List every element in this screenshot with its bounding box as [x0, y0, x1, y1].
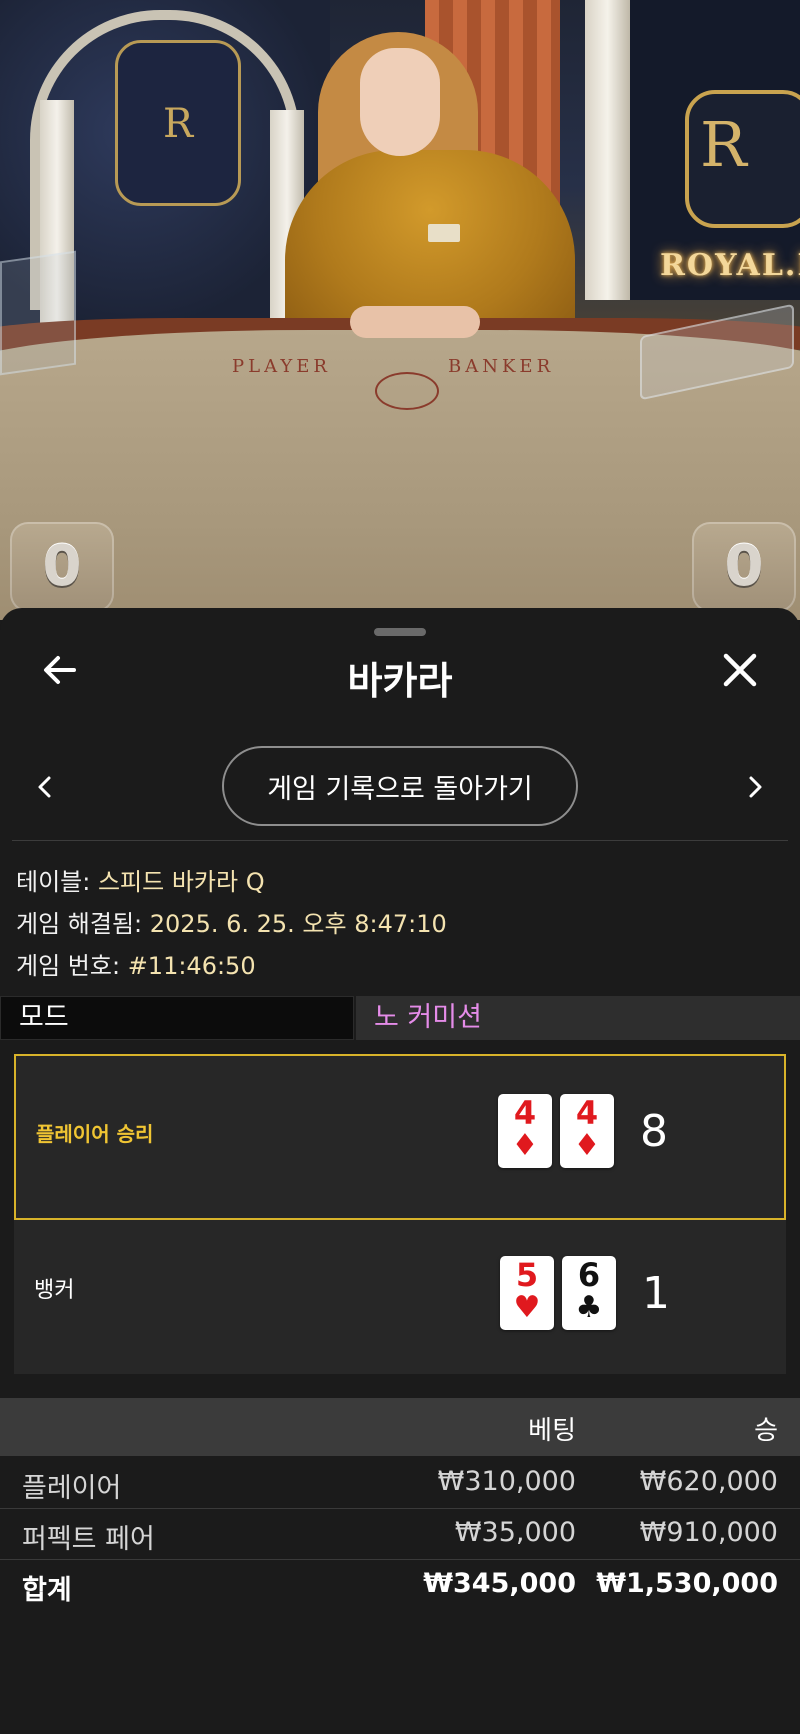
bet-amount: ₩310,000: [437, 1466, 576, 1497]
total-bet-amount: ₩345,000: [423, 1568, 576, 1599]
table-label: 테이블:: [16, 868, 91, 896]
player-score: 0: [42, 534, 82, 599]
felt-crest: [375, 372, 439, 410]
player-total: 8: [640, 1106, 668, 1157]
player-score-box: 0: [10, 522, 114, 612]
resolved-value: 2025. 6. 25. 오후 8:47:10: [149, 910, 447, 938]
chevron-right-icon: [749, 776, 762, 798]
bet-total-row: 합계 ₩345,000 ₩1,530,000: [0, 1560, 800, 1610]
resolved-label: 게임 해결됨:: [16, 910, 143, 938]
casino-crest: R: [115, 40, 241, 206]
next-game-button[interactable]: [740, 772, 770, 802]
pillar: [585, 0, 630, 300]
card-rank: 4: [513, 1094, 537, 1132]
win-amount: ₩620,000: [639, 1466, 778, 1497]
total-label: 합계: [22, 1575, 72, 1606]
hands-result: 플레이어 승리 4 ♦ 4 ♦ 8 뱅커 5 ♥ 6 ♣ 1: [14, 1054, 786, 1374]
bet-amount: ₩35,000: [454, 1517, 576, 1548]
bet-row: 플레이어 ₩310,000 ₩620,000: [0, 1458, 800, 1509]
return-to-history-button[interactable]: 게임 기록으로 돌아가기: [222, 746, 578, 826]
bet-name: 플레이어: [22, 1473, 122, 1504]
resolved-info: 게임 해결됨: 2025. 6. 25. 오후 8:47:10: [16, 904, 447, 939]
dealer-hands: [350, 306, 480, 338]
mode-value: 노 커미션: [356, 996, 800, 1040]
table-info: 테이블: 스피드 바카라 Q: [16, 862, 265, 897]
previous-game-button[interactable]: [30, 772, 60, 802]
player-hand: 플레이어 승리 4 ♦ 4 ♦ 8: [14, 1054, 786, 1220]
page-title: 바카라: [347, 659, 453, 703]
game-number-label: 게임 번호:: [16, 952, 121, 980]
mode-row: 모드 노 커미션: [0, 996, 800, 1042]
club-suit-icon: ♣: [575, 1290, 603, 1325]
table-value: 스피드 바카라 Q: [97, 868, 265, 896]
chevron-left-icon: [38, 776, 51, 798]
mode-label: 모드: [0, 996, 354, 1040]
bet-row: 퍼펙트 페어 ₩35,000 ₩910,000: [0, 1509, 800, 1560]
dealer-badge: [428, 224, 460, 242]
card-rank: 5: [515, 1256, 539, 1294]
game-history-sheet: 바카라 게임 기록으로 돌아가기 테이블: 스피드 바카라 Q 게임 해결됨: …: [0, 608, 800, 1734]
felt-banker-label: BANKER: [448, 356, 555, 377]
playing-card: 5 ♥: [500, 1256, 554, 1330]
card-rank: 6: [577, 1256, 601, 1294]
heart-suit-icon: ♥: [513, 1290, 541, 1325]
close-button[interactable]: [720, 650, 760, 690]
banker-total: 1: [642, 1268, 670, 1319]
diamond-suit-icon: ♦: [511, 1128, 539, 1163]
player-result-label: 플레이어 승리: [36, 1122, 154, 1146]
banker-score-box: 0: [692, 522, 796, 612]
win-amount: ₩910,000: [639, 1517, 778, 1548]
playing-card: 6 ♣: [562, 1256, 616, 1330]
card-rank: 4: [575, 1094, 599, 1132]
game-number-info: 게임 번호: #11:46:50: [16, 946, 256, 981]
crest-letter: R: [162, 101, 194, 147]
divider: [12, 840, 788, 841]
playing-card: 4 ♦: [560, 1094, 614, 1168]
diamond-suit-icon: ♦: [573, 1128, 601, 1163]
banker-hand: 뱅커 5 ♥ 6 ♣ 1: [14, 1220, 786, 1374]
bets-table-header: 베팅 승: [0, 1398, 800, 1456]
banker-label: 뱅커: [34, 1278, 75, 1303]
close-icon: [723, 653, 757, 687]
bet-column-header: 베팅: [528, 1416, 576, 1446]
royal-neon-sign: ROYAL.I: [660, 248, 800, 283]
bet-name: 퍼펙트 페어: [22, 1524, 155, 1555]
win-column-header: 승: [754, 1416, 778, 1446]
crest-letter: R: [700, 108, 747, 181]
playing-card: 4 ♦: [498, 1094, 552, 1168]
felt-player-label: PLAYER: [232, 356, 331, 377]
banker-score: 0: [724, 534, 764, 599]
total-win-amount: ₩1,530,000: [596, 1568, 778, 1599]
game-number-value: #11:46:50: [127, 952, 256, 980]
dealer-face: [360, 48, 440, 156]
drag-handle[interactable]: [374, 628, 426, 636]
card-discard-tray: [0, 250, 76, 376]
live-video-feed: R R ROYAL.I PLAYER BANKER 0 0: [0, 0, 800, 620]
